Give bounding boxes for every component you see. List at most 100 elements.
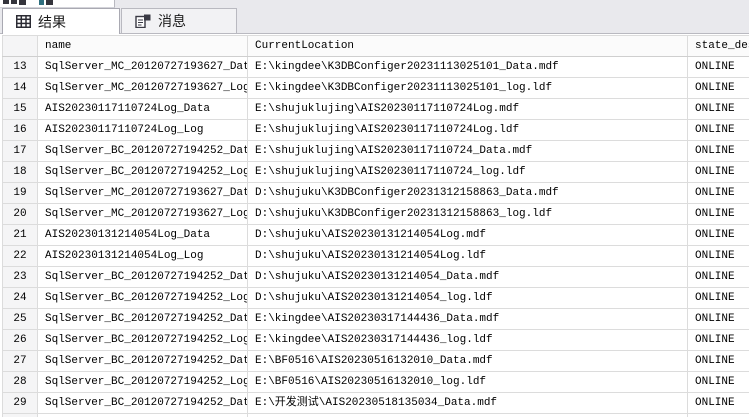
column-header-state-desc[interactable]: state_desc bbox=[688, 36, 749, 57]
cell-state[interactable]: ONLINE bbox=[688, 57, 749, 78]
cell-state[interactable]: ONLINE bbox=[688, 141, 749, 162]
results-grid-icon bbox=[16, 15, 31, 28]
results-grid-pane: name CurrentLocation state_desc 13 SqlSe… bbox=[0, 34, 749, 417]
cell-name[interactable]: AIS20230117110724Log_Log bbox=[38, 120, 248, 141]
cell-location[interactable]: D:\shujuku\K3DBConfiger20231312158863_Da… bbox=[248, 183, 688, 204]
top-cutoff-strip bbox=[0, 0, 749, 8]
cell-state[interactable]: ONLINE bbox=[688, 372, 749, 393]
table-row: 29 SqlServer_BC_20120727194252_Data E:\开… bbox=[3, 393, 749, 414]
cutoff-icon-fragment bbox=[11, 0, 17, 4]
cell-state[interactable]: ONLINE bbox=[688, 225, 749, 246]
cell-name[interactable]: SqlServer_BC_20120727194252_Data bbox=[38, 309, 248, 330]
cell-rownum[interactable]: 19 bbox=[3, 183, 38, 204]
cell-name[interactable] bbox=[38, 414, 248, 417]
cell-location[interactable]: D:\shujuku\AIS20230131214054_Data.mdf bbox=[248, 267, 688, 288]
cell-name[interactable]: SqlServer_BC_20120727194252_Data bbox=[38, 393, 248, 414]
cell-location[interactable]: D:\shujuku\AIS20230131214054_log.ldf bbox=[248, 288, 688, 309]
cell-state[interactable]: ONLINE bbox=[688, 99, 749, 120]
cell-name[interactable]: AIS20230117110724Log_Data bbox=[38, 99, 248, 120]
cell-name[interactable]: AIS20230131214054Log_Log bbox=[38, 246, 248, 267]
cell-state[interactable]: ONLINE bbox=[688, 246, 749, 267]
table-row: 28 SqlServer_BC_20120727194252_Log E:\BF… bbox=[3, 372, 749, 393]
cell-location[interactable]: E:\kingdee\AIS20230317144436_log.ldf bbox=[248, 330, 688, 351]
cell-location[interactable]: E:\shujuklujing\AIS20230117110724_log.ld… bbox=[248, 162, 688, 183]
cell-location[interactable]: E:\BF0516\AIS20230516132010_Data.mdf bbox=[248, 351, 688, 372]
cell-location[interactable]: D:\shujuku\AIS20230131214054Log.mdf bbox=[248, 225, 688, 246]
cell-location[interactable]: E:\开发测试\AIS20230518135034_Data.mdf bbox=[248, 393, 688, 414]
cell-location[interactable] bbox=[248, 414, 688, 417]
cell-rownum[interactable]: 25 bbox=[3, 309, 38, 330]
cell-location[interactable]: E:\kingdee\AIS20230317144436_Data.mdf bbox=[248, 309, 688, 330]
cutoff-icon-fragment bbox=[3, 0, 9, 4]
cell-name[interactable]: SqlServer_MC_20120727193627_Data bbox=[38, 183, 248, 204]
cell-state[interactable] bbox=[688, 414, 749, 417]
corner-header[interactable] bbox=[3, 36, 38, 57]
cell-rownum[interactable]: 14 bbox=[3, 78, 38, 99]
cell-rownum[interactable]: 26 bbox=[3, 330, 38, 351]
column-header-currentlocation[interactable]: CurrentLocation bbox=[248, 36, 688, 57]
cell-location[interactable]: D:\shujuku\AIS20230131214054Log.ldf bbox=[248, 246, 688, 267]
cell-rownum[interactable]: 29 bbox=[3, 393, 38, 414]
cell-rownum[interactable]: 20 bbox=[3, 204, 38, 225]
cell-name[interactable]: SqlServer_BC_20120727194252_Log bbox=[38, 288, 248, 309]
cell-name[interactable]: SqlServer_MC_20120727193627_Log bbox=[38, 78, 248, 99]
cell-state[interactable]: ONLINE bbox=[688, 120, 749, 141]
cell-location[interactable]: E:\shujuklujing\AIS20230117110724_Data.m… bbox=[248, 141, 688, 162]
cell-name[interactable]: SqlServer_BC_20120727194252_Log bbox=[38, 162, 248, 183]
cell-location[interactable]: E:\BF0516\AIS20230516132010_log.ldf bbox=[248, 372, 688, 393]
top-cutoff-fragment bbox=[0, 0, 115, 8]
cell-name[interactable]: SqlServer_BC_20120727194252_Data bbox=[38, 351, 248, 372]
cell-rownum[interactable]: 16 bbox=[3, 120, 38, 141]
table-row: 25 SqlServer_BC_20120727194252_Data E:\k… bbox=[3, 309, 749, 330]
results-pane-tab-bar: 结果 消息 bbox=[0, 8, 749, 34]
cell-state[interactable]: ONLINE bbox=[688, 78, 749, 99]
cell-location[interactable]: E:\kingdee\K3DBConfiger20231113025101_Da… bbox=[248, 57, 688, 78]
table-row: 27 SqlServer_BC_20120727194252_Data E:\B… bbox=[3, 351, 749, 372]
cell-location[interactable]: E:\shujuklujing\AIS20230117110724Log.mdf bbox=[248, 99, 688, 120]
cell-rownum[interactable]: 13 bbox=[3, 57, 38, 78]
cell-state[interactable]: ONLINE bbox=[688, 309, 749, 330]
table-row: 20 SqlServer_MC_20120727193627_Log D:\sh… bbox=[3, 204, 749, 225]
cell-name[interactable]: SqlServer_BC_20120727194252_Log bbox=[38, 372, 248, 393]
table-row: 18 SqlServer_BC_20120727194252_Log E:\sh… bbox=[3, 162, 749, 183]
cell-name[interactable]: SqlServer_BC_20120727194252_Log bbox=[38, 330, 248, 351]
cell-state[interactable]: ONLINE bbox=[688, 204, 749, 225]
cell-rownum[interactable] bbox=[3, 414, 38, 417]
cell-name[interactable]: SqlServer_BC_20120727194252_Data bbox=[38, 141, 248, 162]
tab-messages[interactable]: 消息 bbox=[121, 8, 237, 33]
cell-state[interactable]: ONLINE bbox=[688, 162, 749, 183]
cell-rownum[interactable]: 28 bbox=[3, 372, 38, 393]
cell-location[interactable]: D:\shujuku\K3DBConfiger20231312158863_lo… bbox=[248, 204, 688, 225]
cell-state[interactable]: ONLINE bbox=[688, 267, 749, 288]
cell-rownum[interactable]: 18 bbox=[3, 162, 38, 183]
cell-state[interactable]: ONLINE bbox=[688, 393, 749, 414]
cell-rownum[interactable]: 23 bbox=[3, 267, 38, 288]
cell-state[interactable]: ONLINE bbox=[688, 351, 749, 372]
table-row: 26 SqlServer_BC_20120727194252_Log E:\ki… bbox=[3, 330, 749, 351]
table-row: 16 AIS20230117110724Log_Log E:\shujukluj… bbox=[3, 120, 749, 141]
tab-messages-label: 消息 bbox=[158, 11, 186, 31]
cutoff-icon-fragment bbox=[46, 0, 53, 5]
table-row: 21 AIS20230131214054Log_Data D:\shujuku\… bbox=[3, 225, 749, 246]
column-header-name[interactable]: name bbox=[38, 36, 248, 57]
table-row: 15 AIS20230117110724Log_Data E:\shujuklu… bbox=[3, 99, 749, 120]
tab-results[interactable]: 结果 bbox=[2, 8, 120, 34]
cell-rownum[interactable]: 21 bbox=[3, 225, 38, 246]
tab-results-label: 结果 bbox=[38, 12, 66, 32]
cell-name[interactable]: SqlServer_BC_20120727194252_Data bbox=[38, 267, 248, 288]
cell-name[interactable]: AIS20230131214054Log_Data bbox=[38, 225, 248, 246]
cell-rownum[interactable]: 15 bbox=[3, 99, 38, 120]
cell-location[interactable]: E:\shujuklujing\AIS20230117110724Log.ldf bbox=[248, 120, 688, 141]
messages-icon bbox=[135, 14, 151, 28]
cutoff-icon-fragment bbox=[19, 0, 26, 5]
cell-rownum[interactable]: 17 bbox=[3, 141, 38, 162]
cell-state[interactable]: ONLINE bbox=[688, 183, 749, 204]
cell-location[interactable]: E:\kingdee\K3DBConfiger20231113025101_lo… bbox=[248, 78, 688, 99]
cell-state[interactable]: ONLINE bbox=[688, 288, 749, 309]
cell-state[interactable]: ONLINE bbox=[688, 330, 749, 351]
cell-name[interactable]: SqlServer_MC_20120727193627_Log bbox=[38, 204, 248, 225]
cell-rownum[interactable]: 22 bbox=[3, 246, 38, 267]
cell-name[interactable]: SqlServer_MC_20120727193627_Data bbox=[38, 57, 248, 78]
cell-rownum[interactable]: 27 bbox=[3, 351, 38, 372]
cell-rownum[interactable]: 24 bbox=[3, 288, 38, 309]
